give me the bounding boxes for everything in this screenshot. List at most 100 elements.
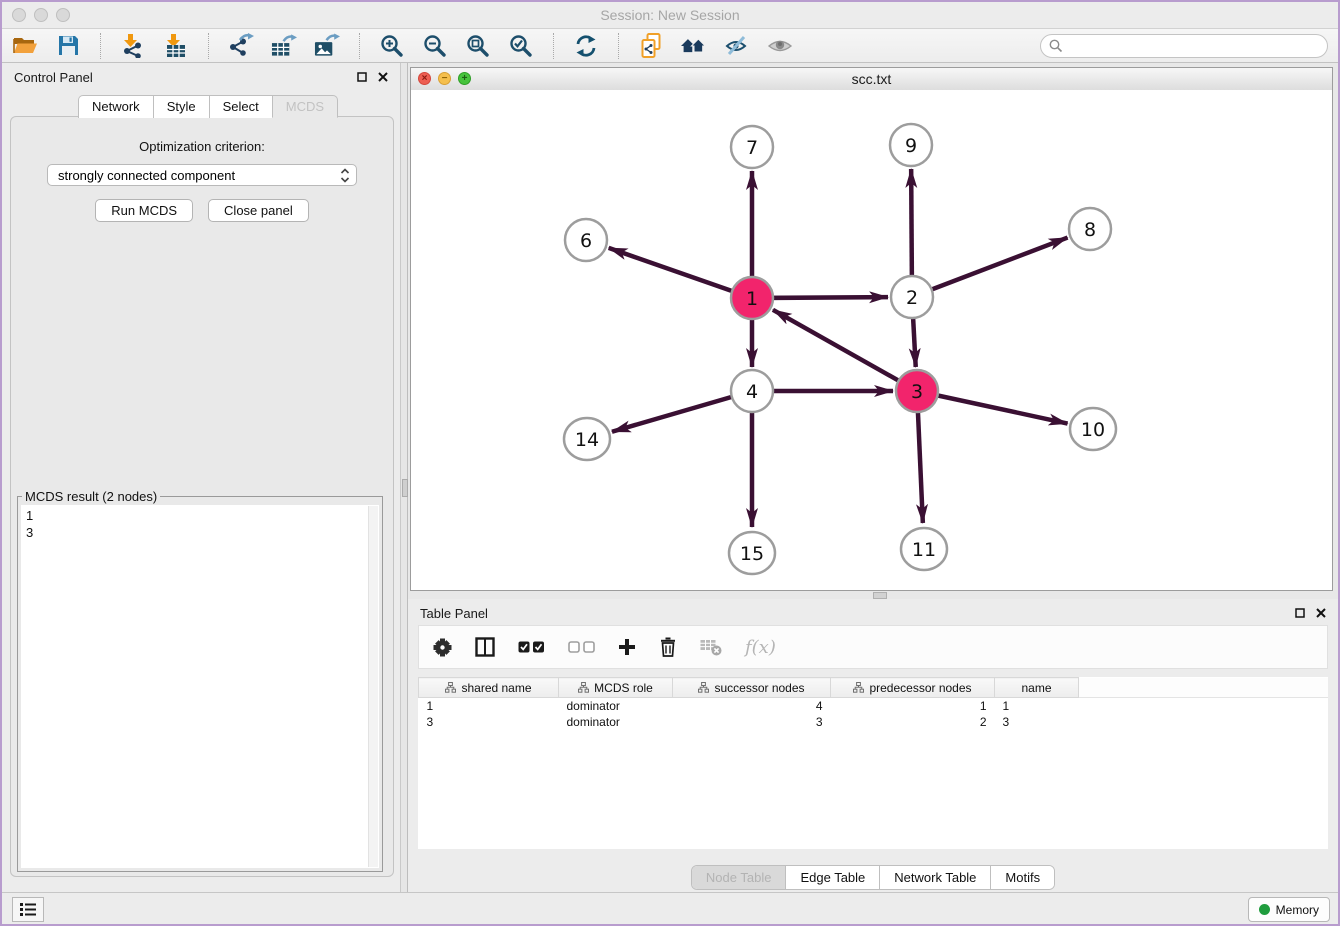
- table-row[interactable]: 3dominator323: [419, 714, 1329, 730]
- cell-name[interactable]: 1: [995, 698, 1079, 715]
- float-panel-icon[interactable]: [1293, 606, 1307, 620]
- optimization-criterion-select[interactable]: strongly connected component: [47, 164, 357, 186]
- vertical-splitter[interactable]: [400, 63, 408, 893]
- mcds-result-title: MCDS result (2 nodes): [22, 489, 160, 504]
- toolbar-separator: [359, 33, 360, 59]
- import-network-icon[interactable]: [120, 33, 146, 59]
- toolbar-separator: [208, 33, 209, 59]
- import-table-icon[interactable]: [163, 33, 189, 59]
- node-table: shared name MCDS role successor nodes prede…: [418, 677, 1328, 849]
- task-history-button[interactable]: [12, 897, 44, 922]
- edge-2-8[interactable]: [912, 238, 1068, 297]
- settings-gear-icon[interactable]: [433, 638, 452, 657]
- cell-mcds-role[interactable]: dominator: [559, 698, 673, 715]
- zoom-selected-icon[interactable]: [508, 33, 534, 59]
- tab-network[interactable]: Network: [78, 95, 154, 118]
- edge-3-10[interactable]: [917, 391, 1068, 424]
- control-panel-title: Control Panel: [14, 70, 93, 85]
- control-panel: Control Panel NetworkStyleSelectMCDS Opt…: [2, 63, 400, 893]
- export-table-icon[interactable]: [271, 33, 297, 59]
- workspace-area: × − + scc.txt 79681243141015: [408, 63, 1338, 893]
- tab-style[interactable]: Style: [153, 95, 210, 118]
- cell-successor-nodes[interactable]: 4: [673, 698, 831, 715]
- hierarchy-icon: [445, 682, 456, 693]
- horizontal-splitter[interactable]: [408, 591, 1338, 599]
- titlebar: Session: New Session: [2, 2, 1338, 29]
- network-canvas[interactable]: 7968124314101511: [411, 90, 1332, 590]
- export-network-icon[interactable]: [228, 33, 254, 59]
- home-layout-icon[interactable]: [681, 33, 707, 59]
- column-label: shared name: [461, 681, 531, 695]
- edge-1-6[interactable]: [609, 248, 752, 298]
- tab-node-table[interactable]: Node Table: [692, 866, 787, 889]
- save-session-icon[interactable]: [55, 33, 81, 59]
- column-header-successor-nodes[interactable]: successor nodes: [673, 678, 831, 698]
- node-label-15: 15: [740, 543, 764, 565]
- export-image-icon[interactable]: [314, 33, 340, 59]
- status-bar: Memory: [2, 892, 1338, 924]
- result-scrollbar[interactable]: [368, 506, 378, 867]
- column-label: name: [1021, 681, 1051, 695]
- column-header-name[interactable]: name: [995, 678, 1079, 698]
- node-label-4: 4: [746, 381, 758, 403]
- cell-name[interactable]: 3: [995, 714, 1079, 730]
- node-label-11: 11: [912, 539, 936, 561]
- cell-predecessor-nodes[interactable]: 2: [831, 714, 995, 730]
- select-all-columns-icon[interactable]: [518, 641, 545, 653]
- tab-motifs[interactable]: Motifs: [991, 866, 1054, 889]
- search-box[interactable]: [1040, 34, 1328, 58]
- splitter-handle[interactable]: [873, 592, 887, 599]
- table-row[interactable]: 1dominator411: [419, 698, 1329, 715]
- column-label: successor nodes: [714, 681, 804, 695]
- network-window-titlebar[interactable]: × − + scc.txt: [411, 68, 1332, 91]
- delete-column-icon[interactable]: [659, 637, 677, 657]
- toolbar-separator: [100, 33, 101, 59]
- copy-network-view-icon[interactable]: [638, 33, 664, 59]
- mcds-result-text[interactable]: 1 3: [21, 505, 367, 868]
- tab-select[interactable]: Select: [209, 95, 273, 118]
- edge-3-1[interactable]: [773, 310, 917, 391]
- list-icon: [20, 902, 36, 917]
- selected-criterion: strongly connected component: [58, 168, 340, 183]
- mcds-result-group: MCDS result (2 nodes) 1 3: [17, 489, 383, 872]
- cell-mcds-role[interactable]: dominator: [559, 714, 673, 730]
- close-panel-icon[interactable]: [376, 70, 390, 84]
- show-all-icon[interactable]: [767, 33, 793, 59]
- hide-selected-icon[interactable]: [724, 33, 750, 59]
- hierarchy-icon: [578, 682, 589, 693]
- column-layout-icon[interactable]: [475, 637, 495, 657]
- tab-mcds[interactable]: MCDS: [272, 95, 338, 118]
- hierarchy-icon: [853, 682, 864, 693]
- search-icon: [1049, 39, 1063, 53]
- tab-network-table[interactable]: Network Table: [880, 866, 991, 889]
- delete-table-icon[interactable]: [700, 639, 722, 656]
- refresh-view-icon[interactable]: [573, 33, 599, 59]
- column-header-shared-name[interactable]: shared name: [419, 678, 559, 698]
- column-header-mcds-role[interactable]: MCDS role: [559, 678, 673, 698]
- close-panel-icon[interactable]: [1314, 606, 1328, 620]
- cell-successor-nodes[interactable]: 3: [673, 714, 831, 730]
- node-label-3: 3: [911, 381, 923, 403]
- function-builder-icon[interactable]: f(x): [745, 637, 776, 658]
- column-header-predecessor-nodes[interactable]: predecessor nodes: [831, 678, 995, 698]
- cell-shared-name[interactable]: 1: [419, 698, 559, 715]
- add-column-icon[interactable]: [618, 638, 636, 656]
- table-tabs: Node TableEdge TableNetwork TableMotifs: [408, 865, 1338, 890]
- memory-button[interactable]: Memory: [1248, 897, 1330, 922]
- cell-predecessor-nodes[interactable]: 1: [831, 698, 995, 715]
- float-panel-icon[interactable]: [355, 70, 369, 84]
- zoom-fit-icon[interactable]: [465, 33, 491, 59]
- tab-edge-table[interactable]: Edge Table: [786, 866, 880, 889]
- deselect-all-columns-icon[interactable]: [568, 641, 595, 653]
- open-session-icon[interactable]: [12, 33, 38, 59]
- zoom-out-icon[interactable]: [422, 33, 448, 59]
- control-panel-tabs: NetworkStyleSelectMCDS: [78, 95, 337, 118]
- node-label-6: 6: [580, 230, 592, 252]
- run-mcds-button[interactable]: Run MCDS: [95, 199, 193, 222]
- memory-label: Memory: [1276, 903, 1319, 917]
- zoom-in-icon[interactable]: [379, 33, 405, 59]
- cell-shared-name[interactable]: 3: [419, 714, 559, 730]
- search-input[interactable]: [1067, 37, 1319, 54]
- close-panel-button[interactable]: Close panel: [208, 199, 309, 222]
- window-title: Session: New Session: [2, 7, 1338, 23]
